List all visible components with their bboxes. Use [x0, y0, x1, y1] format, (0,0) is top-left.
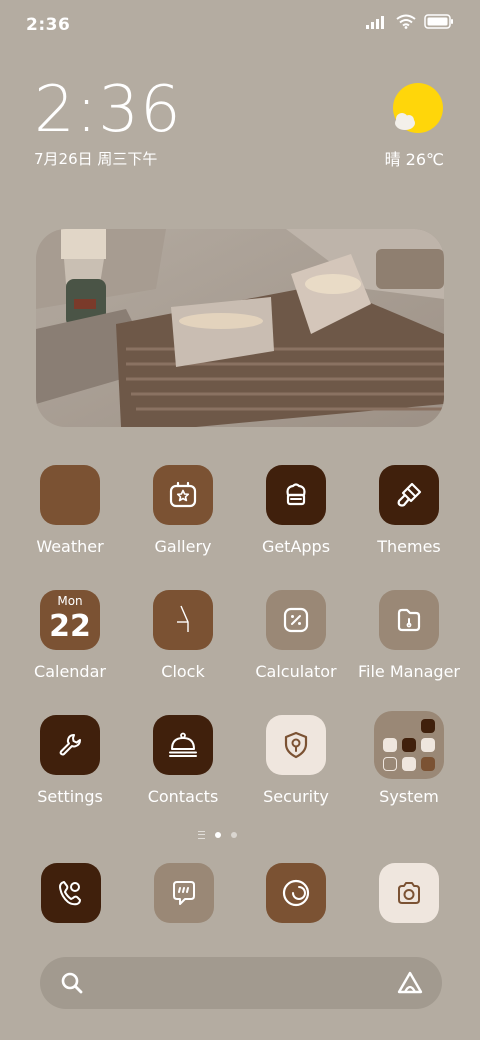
folder-grid	[383, 719, 435, 771]
calculator-icon	[266, 590, 326, 650]
app-contacts[interactable]: Contacts	[128, 715, 238, 806]
camera-icon	[398, 882, 420, 904]
app-label: Security	[263, 787, 329, 806]
app-label: Calendar	[34, 662, 106, 681]
browser-icon	[282, 879, 310, 907]
dock-messages[interactable]	[154, 863, 214, 923]
sun-cloud-icon	[393, 83, 443, 133]
getapps-icon	[266, 465, 326, 525]
app-drawer-indicator[interactable]	[198, 831, 205, 839]
app-system-folder[interactable]: System	[354, 711, 464, 806]
app-label: Calculator	[255, 662, 337, 681]
calendar-icon: Mon 22	[40, 590, 100, 650]
status-bar: 2:36	[0, 0, 480, 50]
page-dot-active[interactable]	[215, 832, 221, 838]
app-weather[interactable]: Weather	[15, 465, 125, 556]
battery-icon	[424, 14, 453, 29]
app-label: File Manager	[358, 662, 460, 681]
search-icon[interactable]	[60, 971, 84, 995]
status-icons	[366, 14, 454, 29]
dock-browser[interactable]	[266, 863, 326, 923]
clock-icon	[153, 590, 213, 650]
wifi-icon	[396, 14, 416, 29]
search-bar[interactable]	[40, 957, 442, 1009]
app-label: System	[379, 787, 439, 806]
phone-icon	[59, 881, 81, 906]
themes-icon	[379, 465, 439, 525]
signal-icon	[366, 15, 384, 29]
dock-phone[interactable]	[41, 863, 101, 923]
file-manager-icon	[379, 590, 439, 650]
status-time: 2:36	[26, 15, 71, 35]
page-indicator[interactable]	[198, 831, 237, 839]
clock-widget[interactable]: 2:36 7月26日 周三下午	[34, 78, 182, 169]
app-calculator[interactable]: Calculator	[241, 590, 351, 681]
security-icon	[266, 715, 326, 775]
weather-condition: 晴	[384, 150, 401, 169]
photo-image	[36, 229, 444, 427]
assistant-icon[interactable]	[396, 970, 424, 996]
page-dot[interactable]	[231, 832, 237, 838]
calendar-day: Mon	[57, 594, 83, 608]
system-folder-icon	[374, 711, 444, 779]
app-settings[interactable]: Settings	[15, 715, 125, 806]
app-label: Settings	[37, 787, 103, 806]
app-label: Themes	[377, 537, 441, 556]
app-security[interactable]: Security	[241, 715, 351, 806]
weather-text: 晴 26℃	[385, 146, 444, 170]
weather-temperature: 26℃	[405, 150, 444, 169]
app-label: Contacts	[147, 787, 219, 806]
app-getapps[interactable]: GetApps	[241, 465, 351, 556]
messages-icon	[173, 881, 195, 905]
app-label: Clock	[161, 662, 205, 681]
calendar-date: 22	[49, 609, 91, 644]
app-themes[interactable]: Themes	[354, 465, 464, 556]
app-file-manager[interactable]: File Manager	[354, 590, 464, 681]
app-label: Gallery	[154, 537, 212, 556]
contacts-icon	[153, 715, 213, 775]
clock-date: 7月26日 周三下午	[34, 150, 158, 168]
app-clock[interactable]: Clock	[128, 590, 238, 681]
app-calendar[interactable]: Mon 22 Calendar	[15, 590, 125, 681]
weather-icon	[40, 465, 100, 525]
photo-widget[interactable]	[36, 229, 444, 427]
gallery-icon	[153, 465, 213, 525]
app-label: Weather	[36, 537, 104, 556]
settings-icon	[40, 715, 100, 775]
clock-time: 2:36	[34, 73, 182, 147]
app-gallery[interactable]: Gallery	[128, 465, 238, 556]
dock-camera[interactable]	[379, 863, 439, 923]
app-label: GetApps	[261, 537, 331, 556]
